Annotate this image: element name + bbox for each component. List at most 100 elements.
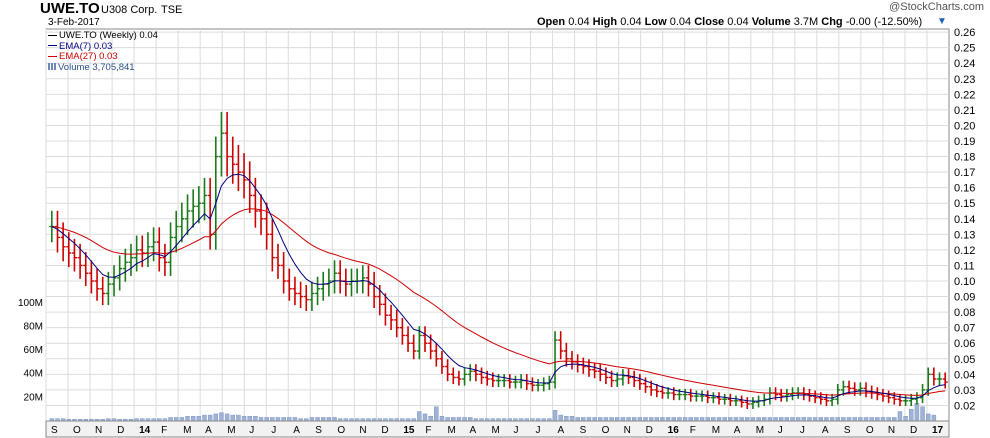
volume-bar: [564, 416, 569, 422]
volume-bar: [829, 417, 835, 422]
volume-bar: [880, 417, 886, 422]
volume-bar: [615, 417, 620, 422]
ema7-swatch: [48, 45, 57, 47]
month-tick-label: N: [359, 425, 366, 436]
volume-bar: [592, 417, 597, 422]
month-tick-label: J: [800, 425, 805, 436]
month-tick-label: M: [227, 425, 235, 436]
volume-bar: [682, 417, 688, 422]
price-tick-label: 0.25: [954, 43, 975, 55]
price-tick-label: 0.23: [954, 74, 975, 86]
volume-bar: [173, 417, 179, 422]
price-tick-label: 0.14: [954, 214, 975, 226]
volume-bar: [309, 417, 315, 422]
price-tick-label: 0.21: [954, 105, 975, 117]
volume-bar: [168, 417, 173, 422]
volume-bar: [552, 410, 558, 422]
month-tick-label: 16: [668, 425, 680, 436]
month-tick-label: N: [624, 425, 631, 436]
price-tick-label: 0.10: [954, 276, 975, 288]
volume-bar: [716, 417, 722, 422]
month-tick-label: D: [646, 425, 653, 436]
volume-bar: [609, 417, 614, 422]
volume-bar: [185, 416, 190, 422]
price-axis: 0.26 0.25 0.24 0.23 0.22 0.21 0.20 0.19 0.18 0.17…: [954, 27, 975, 412]
volume-bar: [756, 417, 761, 422]
chart-legend: UWE.TO (Weekly) 0.04 EMA(7) 0.03 EMA(27)…: [48, 30, 158, 73]
month-tick-label: D: [910, 425, 917, 436]
price-tick-label: 0.07: [954, 323, 975, 335]
volume-bar: [722, 417, 727, 422]
volume-bar: [875, 417, 880, 422]
month-tick-label: D: [117, 425, 124, 436]
month-tick-label: 14: [139, 425, 151, 436]
volume-bar: [677, 417, 682, 422]
volume-bar: [428, 416, 433, 422]
volume-bar: [326, 417, 332, 422]
legend-ema27-label: EMA(27) 0.03: [59, 51, 118, 62]
volume-bar: [253, 416, 258, 422]
volume-bar: [320, 417, 326, 422]
volume-bar: [778, 417, 784, 422]
month-tick-label: M: [183, 425, 191, 436]
volume-tick-label: 60M: [24, 345, 43, 356]
month-tick-label: A: [469, 425, 476, 436]
price-tick-label: 0.26: [954, 27, 975, 39]
legend-price-label: UWE.TO (Weekly) 0.04: [59, 30, 158, 41]
price-tick-label: 0.03: [954, 385, 975, 397]
volume-bar: [275, 417, 281, 422]
volume-bar: [422, 413, 428, 422]
volume-tick-label: 40M: [24, 369, 43, 380]
volume-bar: [643, 417, 648, 422]
price-tick-label: 0.04: [954, 369, 975, 381]
volume-bar: [434, 406, 439, 422]
volume-bar: [230, 414, 235, 422]
price-tick-label: 0.15: [954, 198, 975, 210]
volume-bar: [733, 417, 739, 422]
price-tick-label: 0.05: [954, 354, 975, 366]
price-tick-label: 0.24: [954, 58, 975, 70]
volume-bar: [767, 417, 773, 422]
volume-bar: [631, 417, 637, 422]
month-tick-label: A: [293, 425, 300, 436]
price-tick-label: 0.08: [954, 307, 975, 319]
month-tick-label: 15: [403, 425, 415, 436]
month-tick-label: F: [690, 425, 696, 436]
volume-tick-label: 100M: [18, 298, 43, 309]
month-tick-label: A: [558, 425, 565, 436]
volume-bar: [190, 416, 196, 422]
month-tick-label: J: [514, 425, 519, 436]
volume-bar: [909, 408, 914, 422]
month-tick-label: O: [602, 425, 610, 436]
month-tick-label: O: [866, 425, 874, 436]
price-tick-label: 0.22: [954, 89, 975, 101]
volume-bar: [903, 416, 908, 422]
volume-bar: [586, 417, 592, 422]
volume-bar: [665, 417, 671, 422]
month-tick-label: M: [447, 425, 455, 436]
volume-bar: [598, 417, 603, 422]
volume-bar: [603, 417, 609, 422]
month-tick-label: S: [51, 425, 58, 436]
volume-bar: [711, 417, 716, 422]
volume-bar: [620, 417, 626, 422]
volume-bar: [241, 416, 247, 422]
legend-volume-label: Volume 3,705,841: [58, 61, 135, 73]
month-tick-label: M: [756, 425, 764, 436]
volume-bar: [462, 417, 467, 422]
volume-bar: [858, 417, 863, 422]
volume-bar: [852, 417, 857, 422]
volume-bar: [219, 412, 224, 422]
bar-chart-icon: [48, 63, 57, 71]
volume-bar: [660, 417, 665, 422]
volume-bar: [750, 417, 756, 422]
month-tick-label: N: [888, 425, 895, 436]
volume-bar: [846, 417, 852, 422]
volume-bar: [892, 417, 897, 422]
month-tick-label: 17: [932, 425, 944, 436]
volume-bar: [739, 417, 744, 422]
volume-bar: [236, 414, 241, 422]
price-swatch: [48, 34, 57, 36]
month-tick-label: J: [271, 425, 276, 436]
volume-bar: [745, 417, 750, 422]
